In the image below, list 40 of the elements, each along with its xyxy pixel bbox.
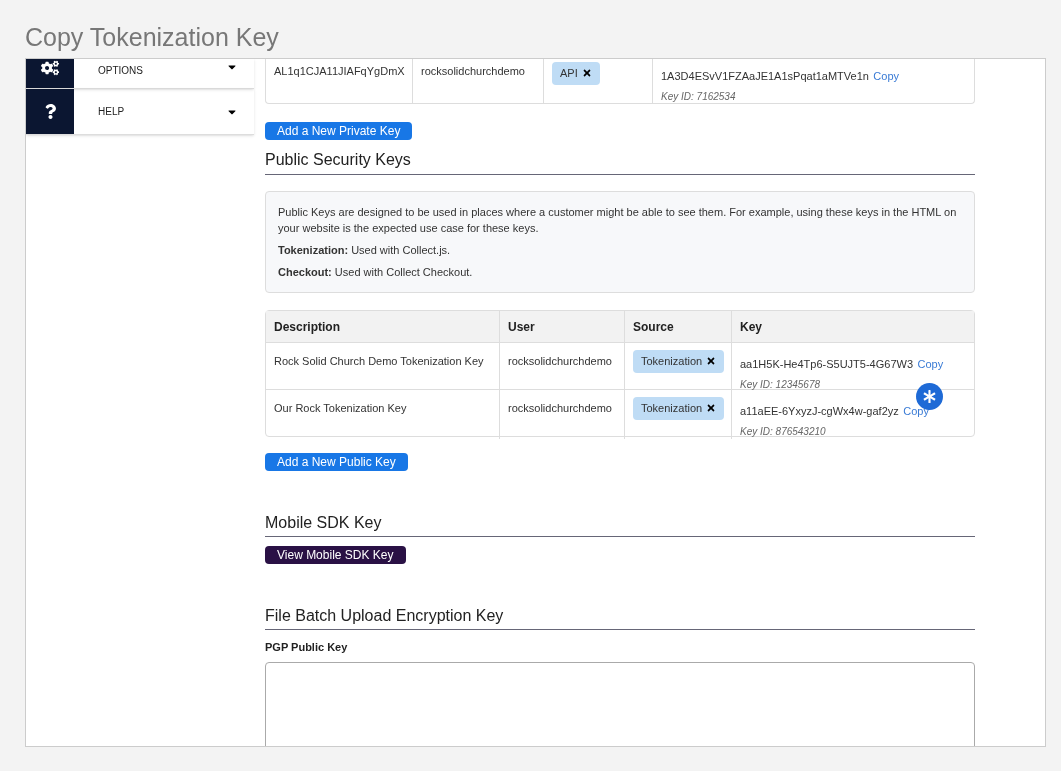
key-text: aa1H5K-He4Tp6-S5UJT5-4G67W3 — [740, 358, 914, 370]
add-public-key-button[interactable]: Add a New Public Key — [265, 453, 408, 471]
key-text: a11aEE-6YxyzJ-cgWx4w-gaf2yz — [740, 405, 899, 417]
remove-icon[interactable] — [706, 356, 717, 367]
page-title: Copy Tokenization Key — [25, 25, 279, 50]
table-cell: rocksolidchurchdemo — [500, 390, 625, 439]
info-text: Checkout: Used with Collect Checkout. — [278, 265, 474, 280]
column-header: Source — [625, 311, 732, 342]
table-cell: rocksolidchurchdemo — [500, 343, 625, 392]
copy-link[interactable]: Copy — [873, 70, 900, 82]
sidebar-item[interactable]: OPTIONS — [26, 59, 254, 89]
copy-link[interactable]: Copy — [903, 405, 929, 417]
key-id-text: Key ID: 876543210 — [740, 425, 827, 439]
info-text: Tokenization: Used with Collect.js. — [278, 243, 452, 258]
table-cell: rocksolidchurchdemo — [413, 59, 544, 104]
column-header: Key — [739, 318, 763, 336]
source-tag: Tokenization — [633, 397, 725, 420]
source-tag: API — [552, 62, 600, 85]
sidebar-item[interactable]: HELP — [26, 89, 254, 135]
source-tag: Tokenization — [633, 350, 725, 373]
add-private-key-button[interactable]: Add a New Private Key — [265, 122, 413, 140]
key-id-text: Key ID: 12345678 — [740, 378, 822, 392]
field-label: PGP Public Key — [265, 640, 349, 655]
view-mobile-sdk-key-button[interactable]: View Mobile SDK Key — [265, 546, 406, 564]
column-header: Description — [266, 311, 500, 342]
section-heading: File Batch Upload Encryption Key — [265, 604, 975, 630]
section-heading: Public Security Keys — [265, 148, 975, 175]
table-cell: AL1q1CJA11JIAFqYgDmX — [266, 59, 413, 104]
column-header: User — [500, 311, 625, 342]
pgp-public-key-field[interactable] — [265, 661, 975, 746]
copy-link[interactable]: Copy — [917, 358, 944, 370]
remove-icon[interactable] — [706, 403, 717, 414]
key-id-text: Key ID: 7162534 — [661, 90, 737, 104]
key-text: 1A3D4ESvV1FZAaJE1A1sPqat1aMTVe1n — [661, 70, 869, 82]
table-cell: Rock Solid Church Demo Tokenization Key — [266, 343, 500, 392]
remove-icon[interactable] — [581, 68, 592, 79]
info-text: Public Keys are designed to be used in places where a customer might be able to see them. For example, using these keys in the HTML on your website is the expected use case for these keys. — [278, 205, 958, 236]
table-cell: Our Rock Tokenization Key — [266, 390, 500, 439]
section-heading: Mobile SDK Key — [265, 511, 975, 537]
gears-icon — [41, 59, 59, 77]
